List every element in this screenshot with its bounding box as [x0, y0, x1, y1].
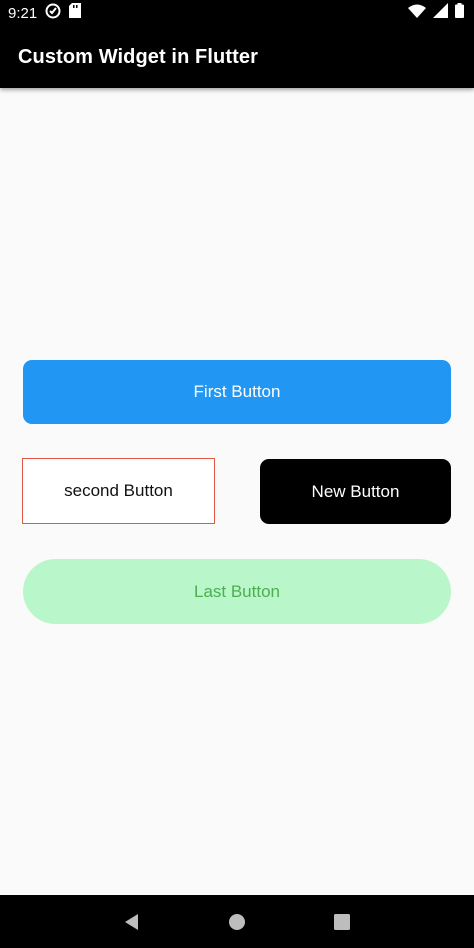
sd-card-icon [69, 3, 82, 23]
app-title: Custom Widget in Flutter [18, 45, 258, 68]
last-button-label: Last Button [193, 581, 280, 601]
status-left: 9:21 [8, 3, 82, 24]
first-button[interactable]: First Button [23, 360, 451, 424]
navigation-bar [0, 895, 474, 948]
status-right [408, 3, 464, 23]
new-button-label: New Button [311, 481, 400, 501]
signal-icon [433, 3, 448, 23]
last-button[interactable]: Last Button [23, 559, 451, 624]
first-button-label: First Button [193, 382, 281, 401]
second-button-label: second Button [64, 481, 173, 500]
second-button[interactable]: second Button [22, 458, 215, 524]
vpn-icon [45, 3, 61, 24]
wifi-icon [408, 4, 426, 23]
new-button[interactable]: New Button [260, 459, 451, 524]
status-time: 9:21 [8, 4, 38, 22]
recents-icon[interactable] [322, 902, 362, 942]
battery-icon [455, 3, 464, 23]
status-bar: 9:21 [0, 0, 474, 26]
back-icon[interactable] [112, 902, 152, 942]
app-bar: Custom Widget in Flutter [0, 26, 474, 88]
home-icon[interactable] [217, 902, 257, 942]
